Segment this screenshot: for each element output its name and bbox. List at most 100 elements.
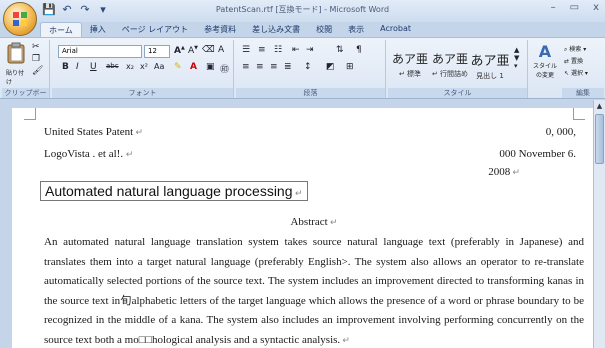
clipboard-icon [7, 42, 25, 64]
clipboard-group: 貼り付け ✂ ❐ 🖌 クリップボード [2, 40, 50, 107]
font-size-field[interactable]: 12 [144, 45, 170, 58]
minimize-button[interactable]: – [551, 2, 556, 13]
paragraph-mark: ↵ [510, 167, 520, 177]
abstract-title: Abstract ↵ [44, 216, 584, 228]
editing-group: ⌕ 検索 ▾ ⇄ 置換 ↖ 選択 ▾ 編集 [562, 40, 604, 98]
show-marks-icon[interactable]: ¶ [356, 45, 362, 55]
superscript-icon[interactable]: x² [140, 62, 148, 71]
tab-home[interactable]: ホーム [40, 22, 82, 38]
editing-group-label: 編集 [562, 88, 604, 98]
text-highlight-icon[interactable]: A [218, 45, 224, 55]
format-painter-icon[interactable]: 🖌 [32, 66, 43, 76]
find-label: 検索 ▾ [569, 46, 587, 53]
replace-button[interactable]: ⇄ 置換 [564, 56, 583, 65]
increase-indent-icon[interactable]: ⇥ [306, 45, 314, 55]
replace-label: 置換 [570, 58, 583, 65]
change-styles-group: A スタイルの変更 [530, 40, 560, 98]
borders-icon[interactable]: ⊞ [346, 62, 354, 72]
document-heading[interactable]: Automated natural language processing ↵ [40, 181, 308, 201]
date-line-1: 000 November 6. [499, 148, 576, 160]
copy-icon[interactable]: ❐ [32, 54, 40, 64]
change-styles-label: スタイルの変更 [532, 63, 557, 79]
change-styles-button[interactable]: A スタイルの変更 [532, 42, 558, 79]
grow-font-icon[interactable]: A▲ [174, 45, 185, 56]
tab-acrobat[interactable]: Acrobat [372, 22, 419, 38]
change-styles-icon: A [538, 42, 552, 61]
paragraph-mark: ↵ [327, 217, 338, 227]
tab-review[interactable]: 校閲 [308, 22, 340, 38]
line-spacing-icon[interactable]: ↕ [304, 62, 312, 72]
abstract-body-text: An automated natural language translatio… [44, 236, 584, 346]
office-button[interactable] [3, 2, 37, 36]
style-no-spacing-sample: あア亜 [431, 52, 468, 66]
shading-icon[interactable]: ◩ [326, 62, 335, 72]
window-controls: – ▭ x [551, 2, 599, 13]
font-group: Arial 12 A▲ A▼ ⌫ A B I U abc x₂ x² Aa ✎ … [52, 40, 234, 98]
tab-references[interactable]: 参考資料 [196, 22, 244, 38]
select-icon: ↖ [564, 70, 570, 77]
multilevel-list-icon[interactable]: ☷ [274, 45, 282, 55]
enclose-character-icon[interactable]: ㊞ [220, 62, 229, 75]
tab-view[interactable]: 表示 [340, 22, 372, 38]
highlight-color-icon[interactable]: ✎ [174, 62, 182, 72]
paragraph-mark: ↵ [133, 127, 144, 137]
shrink-font-icon[interactable]: A▼ [188, 45, 198, 56]
paragraph-mark: ↵ [340, 334, 350, 345]
bullets-icon[interactable]: ☰ [242, 45, 250, 55]
align-left-icon[interactable]: ≡ [242, 62, 250, 72]
title-bar: 💾 ↶ ↷ ▾ PatentScan.rtf [互換モード] - Microso… [0, 0, 605, 22]
document-page[interactable]: United States Patent ↵ 0, 000, LogoVista… [12, 108, 593, 348]
styles-group-label: スタイル [388, 88, 527, 98]
strikethrough-icon[interactable]: abc [106, 62, 119, 70]
window-title: PatentScan.rtf [互換モード] - Microsoft Word [215, 5, 390, 14]
tab-insert[interactable]: 挿入 [82, 22, 114, 38]
cut-icon[interactable]: ✂ [32, 42, 40, 52]
date-line-2: 2008 ↵ [488, 166, 520, 178]
style-normal[interactable]: あア亜 ↵ 標準 [390, 44, 430, 86]
find-button[interactable]: ⌕ 検索 ▾ [564, 44, 586, 54]
maximize-button[interactable]: ▭ [570, 2, 579, 13]
patent-label-text: United States Patent [44, 126, 134, 138]
subscript-icon[interactable]: x₂ [126, 62, 134, 71]
scroll-up-arrow-icon[interactable]: ▲ [595, 102, 604, 111]
office-logo-icon [13, 12, 27, 26]
paragraph-group: ☰ ≡ ☷ ⇤ ⇥ ⇅ ¶ ≡ ≡ ≡ ≣ ↕ ◩ ⊞ 段落 [236, 40, 386, 98]
crop-mark-top-right [573, 108, 585, 120]
character-shading-icon[interactable]: ▣ [206, 62, 215, 72]
decrease-indent-icon[interactable]: ⇤ [292, 45, 300, 55]
tab-page-layout[interactable]: ページ レイアウト [114, 22, 196, 38]
style-heading-1[interactable]: あア亜 見出し 1 [470, 44, 510, 86]
italic-icon[interactable]: I [76, 62, 79, 72]
ribbon: 貼り付け ✂ ❐ 🖌 クリップボード Arial 12 A▲ A▼ ⌫ A B … [0, 37, 605, 107]
select-label: 選択 ▾ [570, 70, 588, 77]
patent-label: United States Patent ↵ [44, 126, 143, 138]
change-case-icon[interactable]: Aa [154, 62, 164, 71]
font-color-icon[interactable]: A [190, 62, 197, 72]
style-heading-1-name: 見出し 1 [476, 72, 504, 80]
vertical-scrollbar[interactable]: ▲ [593, 100, 605, 348]
style-no-spacing-name: ↵ 行間詰め [431, 70, 469, 78]
sort-icon[interactable]: ⇅ [336, 45, 344, 55]
close-button[interactable]: x [593, 2, 599, 13]
style-no-spacing[interactable]: あア亜 ↵ 行間詰め [430, 44, 470, 86]
align-right-icon[interactable]: ≡ [270, 62, 278, 72]
numbering-icon[interactable]: ≡ [258, 45, 266, 55]
abstract-body: An automated natural language translatio… [44, 233, 584, 348]
paste-label: 貼り付け [6, 70, 25, 86]
scrollbar-thumb[interactable] [595, 114, 604, 164]
font-group-label: フォント [52, 88, 233, 98]
underline-icon[interactable]: U [90, 62, 97, 72]
paste-button[interactable]: 貼り付け [6, 42, 28, 86]
tab-mailings[interactable]: 差し込み文書 [244, 22, 308, 38]
replace-icon: ⇄ [564, 58, 570, 65]
styles-scroll-icon[interactable]: ▲ ▼ ▾ [514, 46, 519, 70]
select-button[interactable]: ↖ 選択 ▾ [564, 68, 588, 77]
align-center-icon[interactable]: ≡ [256, 62, 264, 72]
clear-format-icon[interactable]: ⌫ [202, 45, 215, 55]
bold-icon[interactable]: B [62, 62, 69, 72]
style-normal-name: ↵ 標準 [398, 70, 422, 78]
paragraph-mark: ↵ [125, 149, 134, 159]
font-name-field[interactable]: Arial [58, 45, 142, 58]
justify-icon[interactable]: ≣ [284, 62, 292, 72]
ribbon-tabs: ホーム 挿入 ページ レイアウト 参考資料 差し込み文書 校閲 表示 Acrob… [40, 22, 419, 38]
